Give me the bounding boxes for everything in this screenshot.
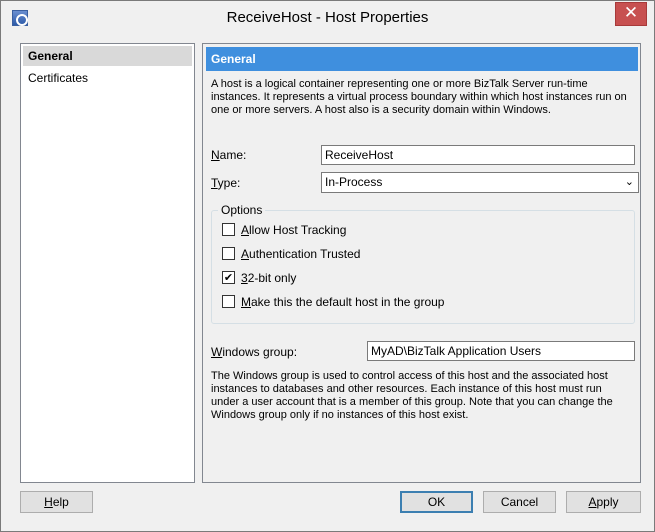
name-label: Name:: [211, 148, 247, 162]
name-field[interactable]: ReceiveHost: [321, 145, 635, 165]
chevron-down-icon: ⌄: [624, 176, 634, 188]
property-page-list: General Certificates: [20, 43, 195, 483]
title-bar[interactable]: ReceiveHost - Host Properties ✕: [1, 1, 654, 35]
windows-group-description: The Windows group is used to control acc…: [211, 370, 613, 421]
windows-group-label: Windows group:: [211, 345, 298, 359]
checkbox-box[interactable]: ✔: [222, 271, 235, 284]
type-dropdown[interactable]: In-Process ⌄: [321, 172, 639, 193]
checkbox-label: Authentication Trusted: [241, 247, 361, 261]
apply-button[interactable]: Apply: [566, 491, 641, 513]
close-button[interactable]: ✕: [615, 2, 647, 26]
options-groupbox: Options Allow Host Tracking Authenticati…: [211, 203, 635, 324]
panel-header: General: [206, 47, 638, 71]
type-label: Type:: [211, 176, 241, 190]
general-panel: General A host is a logical container re…: [202, 43, 641, 483]
host-properties-window: ReceiveHost - Host Properties ✕ General …: [0, 0, 655, 532]
checkbox-label: Allow Host Tracking: [241, 223, 347, 237]
type-selected-value: In-Process: [325, 175, 383, 189]
window-title: ReceiveHost - Host Properties: [226, 9, 429, 26]
options-title: Options: [218, 203, 266, 217]
cancel-button[interactable]: Cancel: [483, 491, 556, 513]
windows-group-field[interactable]: MyAD\BizTalk Application Users: [367, 341, 635, 361]
checkbox-box[interactable]: [222, 247, 235, 260]
checkbox-box[interactable]: [222, 223, 235, 236]
check-icon: ✔: [223, 271, 234, 284]
help-button[interactable]: Help: [20, 491, 93, 513]
close-icon: ✕: [623, 3, 639, 23]
checkbox-label: 32-bit only: [241, 271, 297, 285]
ok-button[interactable]: OK: [400, 491, 473, 513]
checkbox-label: Make this the default host in the group: [241, 295, 445, 309]
host-description: A host is a logical container representi…: [211, 78, 627, 116]
nav-item-certificates[interactable]: Certificates: [23, 68, 192, 88]
nav-item-general[interactable]: General: [23, 46, 192, 66]
checkbox-box[interactable]: [222, 295, 235, 308]
